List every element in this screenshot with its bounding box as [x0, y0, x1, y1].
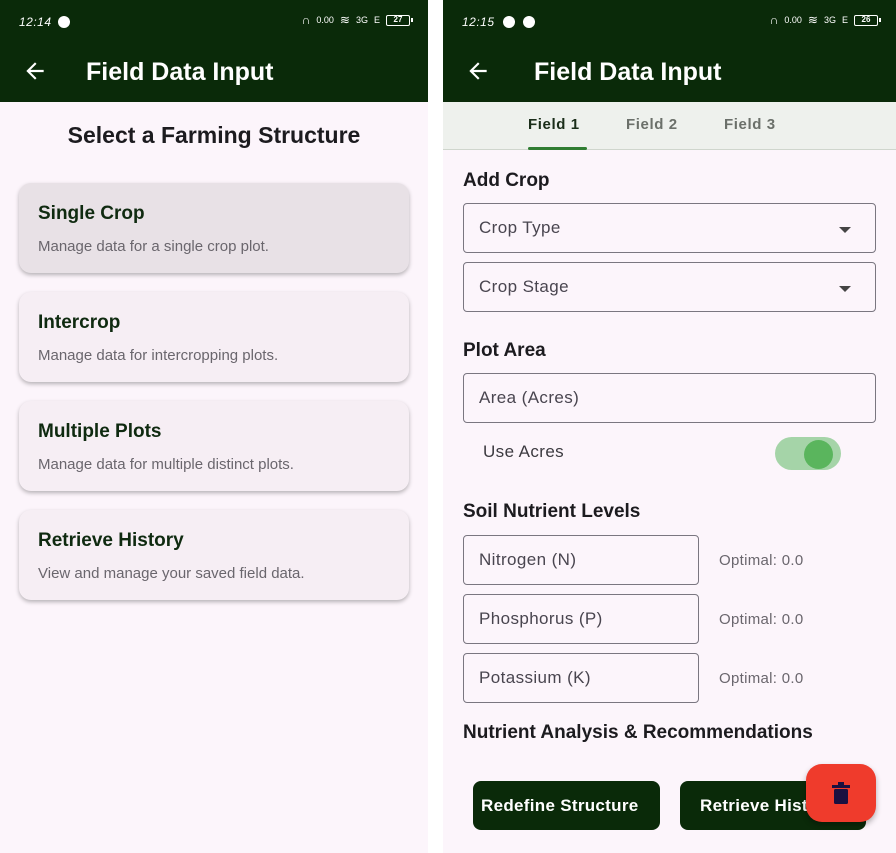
card-single-crop[interactable]: Single Crop Manage data for a single cro…: [19, 183, 409, 273]
redefine-structure-button[interactable]: Redefine Structure: [473, 781, 660, 830]
analysis-heading: Nutrient Analysis & Recommendations: [463, 722, 813, 743]
page-title: Field Data Input: [534, 58, 722, 86]
card-multiple-plots[interactable]: Multiple Plots Manage data for multiple …: [19, 401, 409, 491]
net-speed: 0.00: [784, 15, 802, 25]
message-notification-icon: [58, 16, 70, 28]
network-type-2: E: [373, 15, 380, 25]
back-arrow-icon[interactable]: [465, 58, 491, 84]
card-intercrop[interactable]: Intercrop Manage data for intercropping …: [19, 292, 409, 382]
card-title: Intercrop: [38, 312, 121, 333]
message-notification-icon: [523, 16, 535, 28]
card-title: Retrieve History: [38, 530, 184, 551]
headphones-icon: ∩: [769, 13, 779, 27]
headphones-icon: ∩: [301, 13, 311, 27]
potassium-label: Potassium (K): [479, 668, 591, 687]
wifi-icon: ≋: [807, 13, 818, 27]
phosphorus-optimal: Optimal: 0.0: [719, 611, 804, 628]
app-bar: Field Data Input: [0, 46, 428, 102]
status-time: 12:14: [19, 15, 52, 29]
area-placeholder: Area (Acres): [479, 388, 580, 407]
card-description: Manage data for a single crop plot.: [38, 238, 269, 255]
plot-area-heading: Plot Area: [463, 340, 546, 361]
tab-field-1[interactable]: Field 1: [528, 116, 580, 133]
net-speed: 0.00: [316, 15, 334, 25]
add-crop-heading: Add Crop: [463, 170, 550, 191]
dropdown-arrow-icon: [839, 227, 851, 233]
battery-icon: 27: [386, 14, 413, 26]
app-bar: Field Data Input: [443, 46, 896, 102]
tab-field-2[interactable]: Field 2: [626, 116, 678, 133]
dropdown-arrow-icon: [839, 286, 851, 292]
toggle-thumb[interactable]: [804, 440, 833, 469]
wifi-icon: ≋: [339, 13, 350, 27]
card-retrieve-history[interactable]: Retrieve History View and manage your sa…: [19, 510, 409, 600]
soil-nutrient-heading: Soil Nutrient Levels: [463, 501, 641, 522]
card-title: Single Crop: [38, 203, 145, 224]
status-bar: 12:14 ∩ 0.00 ≋ 3G E 27: [0, 0, 428, 46]
crop-type-label: Crop Type: [479, 218, 561, 237]
status-bar: 12:15 ∩ 0.00 ≋ 3G E 26: [443, 0, 896, 46]
network-type: 3G: [355, 15, 368, 25]
trash-icon: [832, 782, 850, 804]
section-heading: Select a Farming Structure: [67, 122, 361, 148]
whatsapp-notification-icon: [503, 16, 515, 28]
field-tab-bar: Field 1 Field 2 Field 3: [443, 102, 896, 150]
screen-field-input: 12:15 ∩ 0.00 ≋ 3G E 26 Field Data Input …: [443, 0, 896, 853]
delete-fab[interactable]: [806, 764, 876, 822]
page-title: Field Data Input: [86, 58, 274, 86]
potassium-input[interactable]: Potassium (K): [463, 653, 699, 703]
tab-field-3[interactable]: Field 3: [724, 116, 776, 133]
battery-icon: 26: [854, 14, 881, 26]
card-title: Multiple Plots: [38, 421, 162, 442]
crop-stage-dropdown[interactable]: Crop Stage: [463, 262, 876, 312]
crop-type-dropdown[interactable]: Crop Type: [463, 203, 876, 253]
tab-indicator: [528, 147, 587, 150]
card-description: View and manage your saved field data.: [38, 565, 305, 582]
phosphorus-label: Phosphorus (P): [479, 609, 603, 628]
card-description: Manage data for multiple distinct plots.: [38, 456, 294, 473]
status-time: 12:15: [462, 15, 495, 29]
network-type-2: E: [841, 15, 848, 25]
phosphorus-input[interactable]: Phosphorus (P): [463, 594, 699, 644]
nitrogen-optimal: Optimal: 0.0: [719, 552, 804, 569]
crop-stage-label: Crop Stage: [479, 277, 569, 296]
area-input[interactable]: Area (Acres): [463, 373, 876, 423]
card-description: Manage data for intercropping plots.: [38, 347, 279, 364]
network-type: 3G: [823, 15, 836, 25]
potassium-optimal: Optimal: 0.0: [719, 670, 804, 687]
nitrogen-label: Nitrogen (N): [479, 550, 577, 569]
use-acres-label: Use Acres: [483, 442, 565, 461]
nitrogen-input[interactable]: Nitrogen (N): [463, 535, 699, 585]
back-arrow-icon[interactable]: [22, 58, 48, 84]
screen-structure-select: 12:14 ∩ 0.00 ≋ 3G E 27 Field Data Input …: [0, 0, 428, 853]
